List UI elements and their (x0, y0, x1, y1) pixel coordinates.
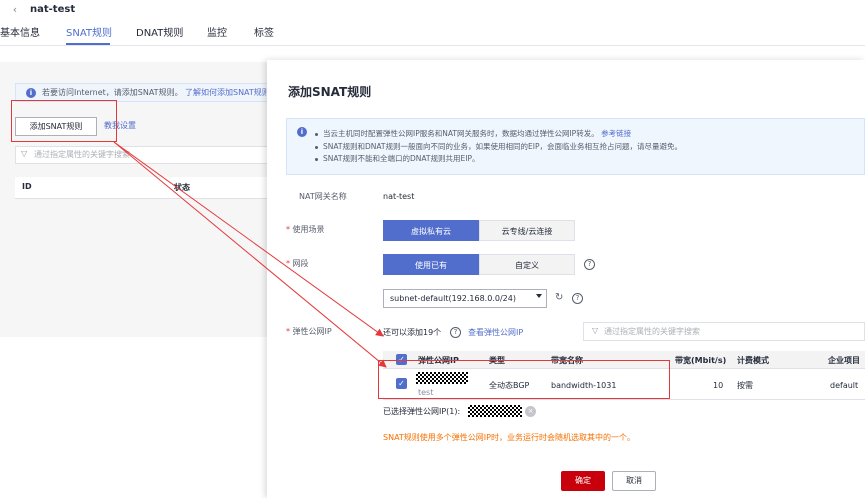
subnet-option-existing[interactable]: 使用已有 (383, 254, 479, 275)
eip-remaining: 还可以添加19个 (383, 328, 442, 337)
tip-line-1: 当云主机同时配置弹性公网IP服务和NAT网关服务时，数据均通过弹性公网IP转发。… (323, 129, 632, 138)
row-bandwidth: 10 (713, 381, 724, 390)
subnet-select-value: subnet-default(192.168.0.0/24) (390, 294, 516, 303)
multi-eip-warning: SNAT规则使用多个弹性公网IP时，业务运行时会随机选取其中的一个。 (383, 433, 635, 442)
annotation-highlight-box (378, 360, 670, 399)
annotation-highlight-box (11, 100, 117, 142)
top-bar (0, 0, 865, 22)
tip-line-3: SNAT规则不能和全端口的DNAT规则共用EIP。 (323, 154, 480, 163)
table-header (15, 177, 275, 199)
tab-dnat-rules[interactable]: DNAT规则 (136, 27, 183, 41)
help-icon[interactable]: ? (450, 327, 461, 338)
filter-icon: ▽ (21, 149, 28, 158)
masked-selected-eip (468, 405, 522, 417)
filter-placeholder: 通过指定属性的关键字搜索 (34, 150, 130, 159)
scenario-option-vpc[interactable]: 虚拟私有云 (383, 220, 479, 241)
subnet-label: * 网段 (286, 259, 309, 268)
row-billing: 按需 (737, 381, 753, 390)
eip-label: * 弹性公网IP (286, 327, 332, 336)
help-icon[interactable]: ? (572, 293, 583, 304)
column-enterprise-project[interactable]: 企业项目 (828, 355, 860, 366)
view-eip-link[interactable]: 查看弹性公网IP (468, 327, 523, 339)
help-icon[interactable]: ? (584, 259, 595, 270)
filter-icon: ▽ (592, 326, 599, 335)
row-divider (383, 399, 865, 400)
close-icon[interactable]: × (525, 406, 536, 417)
nat-gateway-label: NAT网关名称 (299, 192, 347, 201)
bullet-icon (315, 133, 318, 136)
column-status[interactable]: 状态 (174, 182, 190, 193)
subnet-option-custom[interactable]: 自定义 (479, 254, 575, 275)
tip-line-2: SNAT规则和DNAT规则一般面向不同的业务，如果使用相同的EIP，会面临业务相… (323, 142, 682, 151)
dialog-title: 添加SNAT规则 (288, 85, 372, 99)
tab-tags[interactable]: 标签 (254, 27, 274, 41)
chevron-down-icon (536, 294, 542, 298)
bullet-icon (315, 146, 318, 149)
bullet-icon (315, 158, 318, 161)
info-banner-text: 若要访问Internet，请添加SNAT规则。 (42, 88, 183, 97)
refresh-icon[interactable]: ↻ (555, 292, 563, 304)
tab-basic-info[interactable]: 基本信息 (0, 27, 40, 41)
scenario-option-direct-connect[interactable]: 云专线/云连接 (479, 220, 575, 241)
cancel-button[interactable]: 取消 (612, 471, 656, 491)
tab-bar: 基本信息 SNAT规则 DNAT规则 监控 标签 (0, 22, 865, 46)
row-enterprise-project: default (830, 381, 859, 390)
chevron-left-icon[interactable]: ‹ (8, 3, 22, 17)
info-banner-link[interactable]: 了解如何添加SNAT规则 (185, 87, 270, 98)
scenario-label: * 使用场景 (286, 225, 325, 234)
table-body (15, 199, 275, 337)
confirm-button[interactable]: 确定 (561, 471, 605, 491)
tab-snat-rules[interactable]: SNAT规则 (66, 27, 112, 41)
info-icon: i (26, 88, 36, 98)
column-bandwidth[interactable]: 带宽(Mbit/s) (675, 355, 726, 366)
gateway-title: nat-test (30, 4, 76, 15)
active-tab-indicator (66, 43, 110, 45)
eip-search-placeholder: 通过指定属性的关键字搜索 (604, 327, 700, 336)
selected-eip-label: 已选择弹性公网IP(1): (383, 407, 461, 416)
nat-gateway-value: nat-test (383, 192, 415, 201)
column-billing[interactable]: 计费模式 (737, 355, 769, 366)
tab-monitoring[interactable]: 监控 (207, 27, 227, 41)
reference-link[interactable]: 参考链接 (601, 129, 631, 138)
column-id[interactable]: ID (22, 182, 32, 191)
info-icon: i (297, 127, 307, 137)
background-lower (0, 337, 270, 498)
